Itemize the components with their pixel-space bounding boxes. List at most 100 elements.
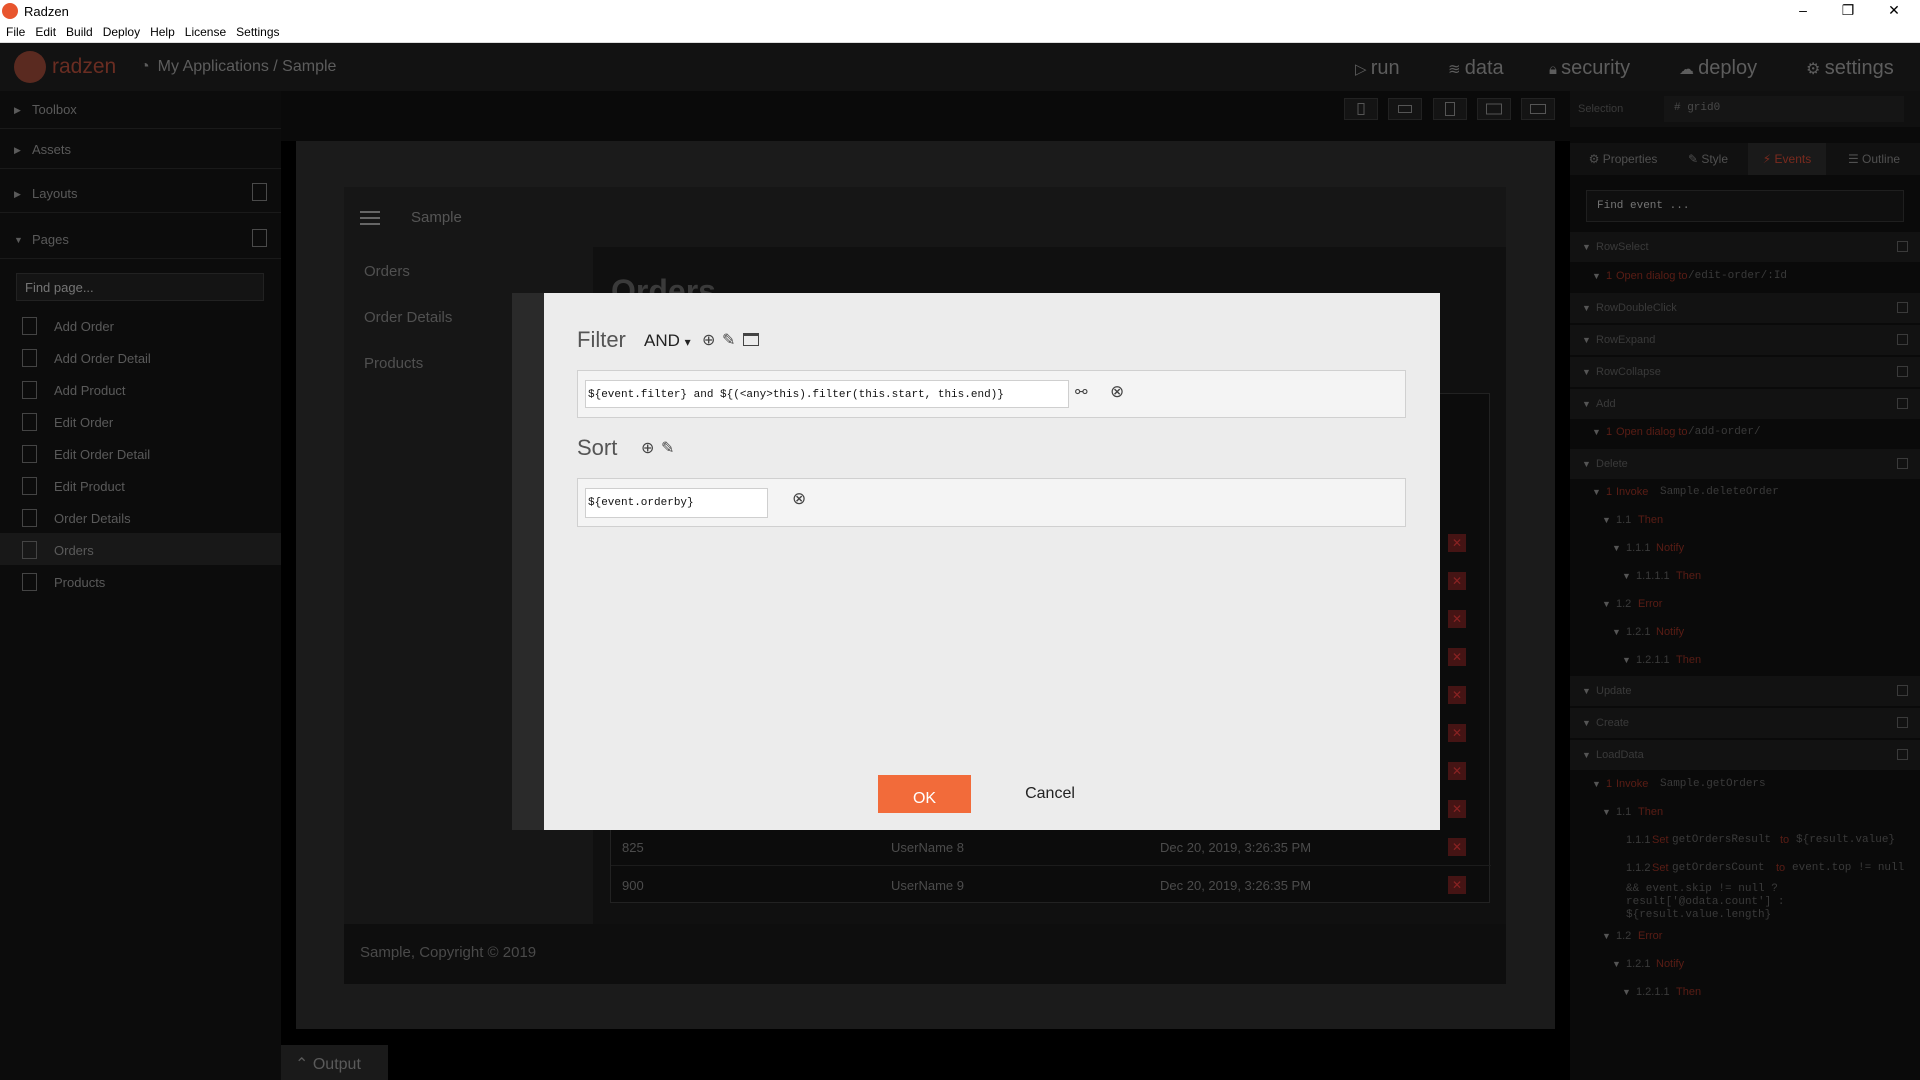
nav-data[interactable]: ≋ data (1448, 57, 1504, 80)
ok-button[interactable]: OK (878, 775, 971, 813)
nav-settings[interactable]: ⚙ settings (1806, 57, 1894, 80)
delete-row-icon[interactable]: ✕ (1448, 800, 1466, 818)
page-item-products[interactable]: Products (0, 565, 281, 597)
event-rowexpand[interactable]: ▼ RowExpand (1570, 325, 1920, 355)
event-rowselect[interactable]: ▼ RowSelect (1570, 232, 1920, 262)
edit-icon[interactable] (1897, 685, 1908, 696)
delete-row-icon[interactable]: ✕ (1448, 762, 1466, 780)
nav-run[interactable]: ▷ run (1355, 57, 1400, 80)
edit-icon[interactable] (1897, 398, 1908, 409)
remove-circle-icon[interactable]: ⊗ (792, 489, 806, 509)
edit-icon[interactable]: ✎ (722, 330, 735, 350)
chevron-down-icon: ▼ (1602, 599, 1611, 609)
event-rowdoubleclick[interactable]: ▼ RowDoubleClick (1570, 293, 1920, 323)
menu-file[interactable]: File (0, 22, 29, 39)
page-item-edit-order-detail[interactable]: Edit Order Detail (0, 437, 281, 469)
menu-build[interactable]: Build (60, 22, 97, 39)
hamburger-menu-icon[interactable] (360, 211, 380, 225)
device-phone-button[interactable] (1344, 98, 1378, 120)
selection-dropdown[interactable]: # grid0 (1664, 96, 1904, 122)
table-row[interactable]: 825 UserName 8 Dec 20, 2019, 3:26:35 PM … (611, 828, 1491, 866)
remove-circle-icon[interactable]: ⊗ (1110, 382, 1124, 402)
cell-date: Dec 20, 2019, 3:26:35 PM (1160, 878, 1312, 893)
edit-icon[interactable] (1897, 241, 1908, 252)
edit-icon[interactable] (1897, 366, 1908, 377)
delete-row-icon[interactable]: ✕ (1448, 534, 1466, 552)
close-window-button[interactable]: ✕ (1879, 2, 1909, 19)
preview-app-title: Sample (411, 209, 462, 226)
preview-nav-order-details[interactable]: Order Details (364, 309, 452, 326)
operator-dropdown[interactable]: AND ▾ (644, 331, 691, 351)
menu-license[interactable]: License (179, 22, 230, 39)
section-assets[interactable]: ▶ Assets (0, 131, 281, 169)
minimize-button[interactable]: – (1788, 2, 1818, 18)
event-create[interactable]: ▼ Create (1570, 708, 1920, 738)
section-toolbox[interactable]: ▶ Toolbox (0, 91, 281, 129)
page-item-order-details[interactable]: Order Details (0, 501, 281, 533)
nav-deploy[interactable]: ☁ deploy (1679, 57, 1757, 80)
nav-security[interactable]: 🔒︎ security (1549, 57, 1630, 80)
nav-data-label: data (1464, 57, 1504, 79)
event-delete[interactable]: ▼ Delete (1570, 449, 1920, 479)
event-rowcollapse[interactable]: ▼ RowCollapse (1570, 357, 1920, 387)
delete-row-icon[interactable]: ✕ (1448, 686, 1466, 704)
tab-outline[interactable]: ☰ Outline (1832, 143, 1916, 175)
event-update[interactable]: ▼ Update (1570, 676, 1920, 706)
page-item-add-order[interactable]: Add Order (0, 309, 281, 341)
device-tablet-landscape-button[interactable] (1477, 98, 1511, 120)
add-layout-icon[interactable] (252, 183, 267, 201)
link-icon[interactable]: ⚯ (1075, 383, 1088, 401)
find-event-input[interactable] (1586, 190, 1904, 222)
window-icon[interactable] (743, 333, 759, 346)
output-tab[interactable]: ⌃ Output (281, 1045, 388, 1080)
action-index: 1.2 (1616, 930, 1632, 942)
event-add[interactable]: ▼ Add (1570, 389, 1920, 419)
add-circle-icon[interactable]: ⊕ (702, 330, 715, 350)
event-loaddata[interactable]: ▼ LoadData (1570, 740, 1920, 770)
delete-row-icon[interactable]: ✕ (1448, 876, 1466, 894)
edit-icon[interactable] (1897, 302, 1908, 313)
menu-edit[interactable]: Edit (29, 22, 60, 39)
tab-events[interactable]: ⚡︎ Events (1748, 143, 1826, 175)
preview-nav-orders[interactable]: Orders (364, 263, 410, 280)
menu-deploy[interactable]: Deploy (97, 22, 144, 39)
tab-style[interactable]: ✎ Style (1676, 143, 1740, 175)
add-circle-icon[interactable]: ⊕ (641, 438, 654, 458)
section-layouts[interactable]: ▶ Layouts (0, 175, 281, 213)
delete-row-icon[interactable]: ✕ (1448, 838, 1466, 856)
device-phone-landscape-button[interactable] (1388, 98, 1422, 120)
page-item-edit-product[interactable]: Edit Product (0, 469, 281, 501)
delete-row-icon[interactable]: ✕ (1448, 572, 1466, 590)
page-item-orders[interactable]: Orders (0, 533, 281, 565)
delete-row-icon[interactable]: ✕ (1448, 610, 1466, 628)
page-item-add-order-detail[interactable]: Add Order Detail (0, 341, 281, 373)
device-desktop-button[interactable] (1521, 98, 1555, 120)
tab-properties[interactable]: ⚙ Properties (1578, 143, 1668, 175)
edit-icon[interactable] (1897, 334, 1908, 345)
edit-icon[interactable] (1897, 458, 1908, 469)
menu-help[interactable]: Help (144, 22, 179, 39)
page-item-edit-order[interactable]: Edit Order (0, 405, 281, 437)
add-page-icon[interactable] (252, 229, 267, 247)
edit-icon[interactable] (1897, 717, 1908, 728)
filter-expression-input[interactable]: ${event.filter} and ${(<any>this).filter… (585, 380, 1069, 408)
cancel-button[interactable]: Cancel (1010, 775, 1090, 813)
edit-icon[interactable] (1897, 749, 1908, 760)
find-page-input[interactable] (16, 273, 264, 301)
brand-name[interactable]: radzen (52, 55, 116, 79)
maximize-button[interactable]: ❐ (1833, 2, 1863, 19)
event-name: Create (1596, 717, 1630, 729)
table-row[interactable]: 900 UserName 9 Dec 20, 2019, 3:26:35 PM … (611, 866, 1491, 904)
preview-nav-products[interactable]: Products (364, 355, 423, 372)
page-item-label: Edit Order Detail (54, 447, 151, 462)
action-type: Notify (1656, 626, 1685, 638)
delete-row-icon[interactable]: ✕ (1448, 648, 1466, 666)
section-pages[interactable]: ▼ Pages (0, 221, 281, 259)
breadcrumb[interactable]: ◔ My Applications / Sample (140, 58, 336, 76)
page-item-add-product[interactable]: Add Product (0, 373, 281, 405)
menu-settings[interactable]: Settings (230, 22, 283, 39)
sort-expression-input[interactable]: ${event.orderby} (585, 488, 768, 518)
delete-row-icon[interactable]: ✕ (1448, 724, 1466, 742)
device-tablet-button[interactable] (1433, 98, 1467, 120)
edit-icon[interactable]: ✎ (661, 438, 674, 458)
